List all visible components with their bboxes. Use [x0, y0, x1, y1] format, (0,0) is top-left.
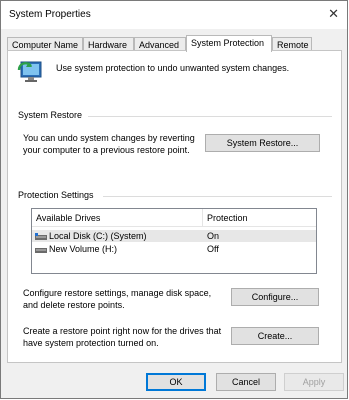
cancel-button[interactable]: Cancel	[216, 373, 276, 391]
ok-button[interactable]: OK	[146, 373, 206, 391]
column-protection[interactable]: Protection	[207, 213, 248, 223]
system-protection-panel	[7, 50, 342, 363]
system-restore-divider	[88, 116, 332, 117]
drive-name: New Volume (H:)	[49, 244, 118, 254]
intro-text: Use system protection to undo unwanted s…	[56, 63, 290, 73]
system-drive-icon	[35, 233, 47, 240]
tab-advanced[interactable]: Advanced	[134, 37, 186, 51]
system-protection-icon	[17, 61, 42, 82]
column-available-drives[interactable]: Available Drives	[36, 213, 100, 223]
drive-name: Local Disk (C:) (System)	[49, 231, 147, 241]
tab-remote[interactable]: Remote	[272, 37, 312, 51]
system-restore-text-line2: your computer to a previous restore poin…	[23, 145, 190, 155]
system-restore-text-line1: You can undo system changes by reverting	[23, 133, 195, 143]
title-bar: System Properties ✕	[1, 1, 347, 29]
close-icon[interactable]: ✕	[328, 7, 339, 20]
drive-row[interactable]: Local Disk (C:) (System) On	[32, 230, 316, 242]
configure-text-line1: Configure restore settings, manage disk …	[23, 288, 212, 298]
tab-hardware[interactable]: Hardware	[83, 37, 134, 51]
column-divider	[202, 209, 203, 227]
drive-protection-status: Off	[207, 244, 219, 254]
drives-list-header: Available Drives Protection	[32, 209, 316, 227]
protection-settings-group-title: Protection Settings	[18, 190, 94, 200]
window-title: System Properties	[9, 9, 91, 20]
create-button[interactable]: Create...	[231, 327, 319, 345]
configure-button[interactable]: Configure...	[231, 288, 319, 306]
apply-button[interactable]: Apply	[284, 373, 344, 391]
protection-settings-divider	[103, 196, 332, 197]
system-restore-group-title: System Restore	[18, 110, 83, 120]
create-text-line1: Create a restore point right now for the…	[23, 326, 222, 336]
drives-listbox[interactable]: Available Drives Protection Local Disk (…	[31, 208, 317, 274]
tab-computer-name[interactable]: Computer Name	[7, 37, 83, 51]
tab-system-protection[interactable]: System Protection	[186, 35, 272, 52]
configure-text-line2: and delete restore points.	[23, 300, 125, 310]
drive-icon	[35, 248, 47, 253]
system-restore-button[interactable]: System Restore...	[205, 134, 320, 152]
drive-protection-status: On	[207, 231, 220, 241]
create-text-line2: have system protection turned on.	[23, 338, 159, 348]
drive-row[interactable]: New Volume (H:) Off	[32, 243, 316, 255]
